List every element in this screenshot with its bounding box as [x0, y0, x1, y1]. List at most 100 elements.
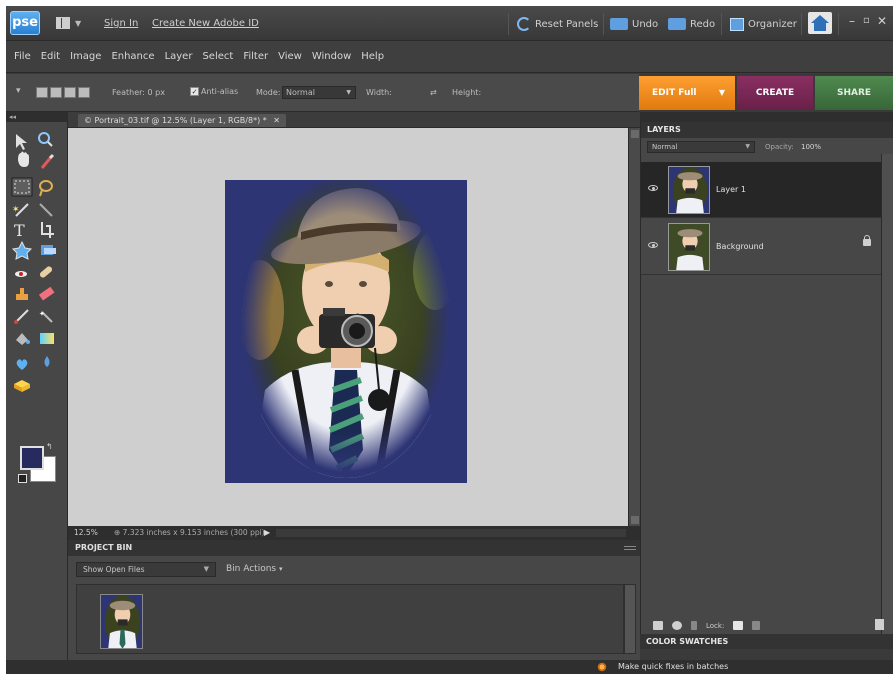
straighten-tool[interactable] [41, 245, 56, 255]
close-button[interactable]: ✕ [877, 14, 887, 28]
smart-brush-tool[interactable]: ✦ [39, 310, 53, 323]
tab-edit[interactable]: EDIT Full ▼ [639, 76, 735, 110]
photoshop-elements-window: pse ▼ Sign In Create New Adobe ID Reset … [6, 6, 893, 674]
canvas-horizontal-scrollbar[interactable] [276, 529, 626, 537]
zoom-tool[interactable] [38, 132, 53, 147]
new-selection-icon[interactable] [36, 87, 48, 98]
status-message[interactable]: Make quick fixes in batches [618, 662, 728, 671]
bin-scrollbar[interactable] [624, 584, 636, 654]
subtract-selection-icon[interactable] [64, 87, 76, 98]
show-open-files-select[interactable]: Show Open Files ▼ [76, 562, 216, 577]
menu-window[interactable]: Window [312, 51, 351, 62]
zoom-level[interactable]: 12.5% [74, 526, 98, 540]
layers-title: LAYERS [641, 122, 893, 138]
move-tool[interactable] [16, 134, 27, 150]
blend-mode-select[interactable]: Normal ▼ [647, 141, 755, 153]
menu-enhance[interactable]: Enhance [111, 51, 154, 62]
mode-select[interactable]: Normal ▼ [282, 86, 356, 99]
bin-actions-menu[interactable]: Bin Actions ▾ [226, 564, 283, 574]
menu-file[interactable]: File [14, 51, 31, 62]
photo-canvas[interactable] [225, 180, 467, 483]
quick-selection-tool[interactable] [39, 203, 53, 217]
menu-filter[interactable]: Filter [243, 51, 268, 62]
lock-all-icon[interactable] [752, 621, 761, 630]
eraser-tool[interactable] [38, 286, 55, 301]
sign-in-link[interactable]: Sign In [104, 18, 138, 29]
redo-button[interactable]: Redo [668, 14, 715, 34]
feather-field[interactable]: Feather: 0 px [112, 88, 165, 97]
reset-panels-button[interactable]: Reset Panels [517, 14, 598, 34]
menu-layer[interactable]: Layer [165, 51, 193, 62]
type-tool[interactable]: T [14, 221, 25, 240]
healing-brush-tool[interactable] [39, 265, 54, 279]
clone-stamp-tool[interactable] [16, 288, 28, 300]
gradient-tool[interactable] [40, 333, 54, 344]
menu-edit[interactable]: Edit [41, 51, 60, 62]
selection-mode-icons[interactable] [36, 87, 90, 98]
cookie-cutter-tool[interactable] [11, 240, 33, 260]
tool-preset-icon[interactable]: ▾ [16, 86, 21, 96]
tab-share[interactable]: SHARE [815, 76, 893, 110]
organizer-button[interactable]: Organizer [730, 14, 797, 34]
bin-thumbnail[interactable] [100, 594, 143, 649]
undo-button[interactable]: Undo [610, 14, 658, 34]
magic-wand-tool[interactable]: ✶ [12, 203, 29, 217]
blur-tool[interactable] [44, 356, 50, 367]
custom-shape-tool[interactable] [16, 359, 28, 370]
canvas-area[interactable] [68, 128, 628, 526]
menu-image[interactable]: Image [70, 51, 101, 62]
scroll-down-icon[interactable] [631, 516, 639, 524]
link-icon[interactable] [691, 621, 697, 630]
show-open-files-value: Show Open Files [83, 565, 145, 574]
minimize-button[interactable]: – [849, 14, 855, 28]
crop-tool[interactable] [41, 222, 54, 238]
menu-select[interactable]: Select [202, 51, 233, 62]
marquee-tool[interactable] [11, 177, 33, 197]
lock-transparent-icon[interactable] [733, 621, 744, 630]
add-selection-icon[interactable] [50, 87, 62, 98]
swap-colors-icon[interactable]: ↰ [46, 442, 53, 451]
default-colors-icon[interactable] [18, 474, 27, 483]
lasso-tool[interactable] [39, 180, 53, 197]
layers-scrollbar[interactable] [881, 154, 893, 634]
menu-view[interactable]: View [278, 51, 302, 62]
eyedropper-tool[interactable] [40, 153, 55, 169]
tip-icon [597, 662, 607, 672]
close-icon[interactable]: ✕ [273, 116, 280, 125]
panel-menu-icon[interactable] [624, 546, 636, 550]
svg-text:✶: ✶ [12, 205, 20, 215]
layer-row-layer1[interactable]: Layer 1 [641, 162, 881, 218]
canvas-vertical-scrollbar[interactable] [628, 128, 640, 526]
status-menu-icon[interactable]: ▶ [264, 526, 270, 540]
create-adobe-id-link[interactable]: Create New Adobe ID [152, 18, 259, 29]
foreground-color-swatch[interactable] [20, 446, 44, 470]
workspace-layout-button[interactable]: ▼ [56, 17, 86, 31]
home-button[interactable] [808, 12, 832, 34]
brush-tool[interactable] [14, 309, 29, 324]
trash-icon[interactable] [875, 619, 884, 630]
new-layer-icon[interactable] [653, 621, 663, 630]
toolbox-collapse[interactable]: ◂◂ [6, 112, 68, 122]
layer-thumbnail [668, 166, 710, 214]
redo-icon [668, 18, 686, 30]
eye-icon[interactable] [648, 185, 658, 191]
antialias-checkbox[interactable]: ✓ Anti-alias [190, 87, 238, 96]
hand-tool[interactable] [18, 151, 29, 168]
maximize-button[interactable]: ▫ [863, 15, 870, 26]
scroll-up-icon[interactable] [631, 130, 639, 138]
color-swatches-title[interactable]: COLOR SWATCHES [640, 634, 893, 649]
menu-help[interactable]: Help [361, 51, 384, 62]
adjustment-layer-icon[interactable] [672, 621, 682, 630]
paint-bucket-tool[interactable] [16, 333, 30, 345]
document-tab[interactable]: © Portrait_03.tif @ 12.5% (Layer 1, RGB/… [78, 114, 286, 127]
mode-label: Mode: [256, 88, 281, 97]
sponge-tool[interactable] [14, 380, 30, 392]
opacity-field[interactable]: 100% [801, 143, 821, 151]
swap-icon[interactable]: ⇄ [430, 88, 437, 97]
intersect-selection-icon[interactable] [78, 87, 90, 98]
tab-create[interactable]: CREATE [737, 76, 813, 110]
red-eye-tool[interactable] [15, 271, 27, 277]
eye-icon[interactable] [648, 242, 658, 248]
panel-collapse-bar[interactable] [640, 112, 893, 122]
layer-row-background[interactable]: Background [641, 219, 881, 275]
